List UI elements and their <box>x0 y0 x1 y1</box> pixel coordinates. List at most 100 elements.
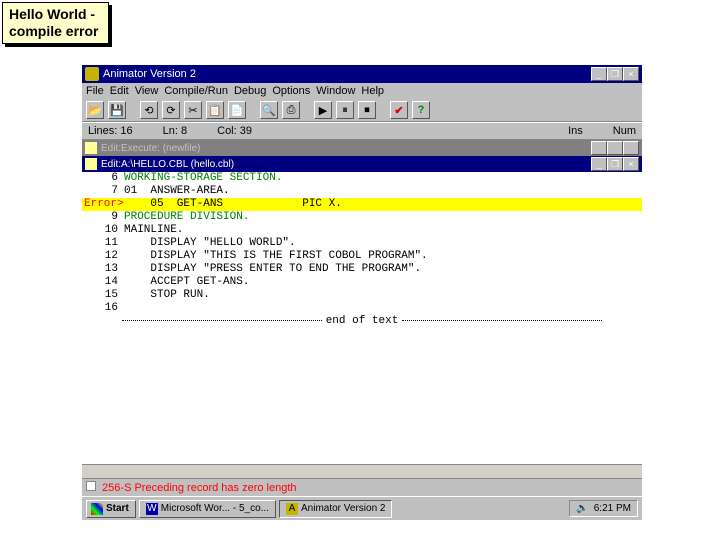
toolbar-sep <box>380 101 386 119</box>
speaker-icon[interactable]: 🔊 <box>576 503 588 514</box>
menu-file[interactable]: File <box>86 85 104 97</box>
maximize-button[interactable]: ❐ <box>607 67 623 81</box>
mdi2-close-button[interactable]: × <box>623 157 639 171</box>
line-number: 10 <box>82 224 124 237</box>
toolbar-sep <box>304 101 310 119</box>
code-line[interactable]: 701 ANSWER-AREA. <box>82 185 642 198</box>
code-editor[interactable]: 6WORKING-STORAGE SECTION.701 ANSWER-AREA… <box>82 172 642 464</box>
doc-icon <box>85 158 97 170</box>
taskbar-label-2: Animator Version 2 <box>301 503 386 514</box>
mdi1-max-button[interactable]: ❐ <box>607 141 623 155</box>
status-strip: Lines: 16 Ln: 8 Col: 39 Ins Num <box>82 122 642 140</box>
start-label: Start <box>106 503 129 514</box>
line-number: 6 <box>82 172 124 185</box>
mdi-title-1: Edit:Execute: (newfile) <box>101 143 201 154</box>
line-number: 7 <box>82 185 124 198</box>
window-controls: _ ❐ × <box>591 67 639 81</box>
run-icon[interactable]: ▶ <box>314 101 332 119</box>
code-text[interactable]: STOP RUN. <box>124 289 210 302</box>
toolbar: 📂 💾 ⟲ ⟳ ✂ 📋 📄 🔍 ⎙ ▶ ⏸ ⏹ ✔ ? <box>82 99 642 122</box>
status-num: Num <box>613 125 636 137</box>
code-line[interactable]: 11 DISPLAY "HELLO WORLD". <box>82 237 642 250</box>
close-button[interactable]: × <box>623 67 639 81</box>
find-icon[interactable]: 🔍 <box>260 101 278 119</box>
undo-icon[interactable]: ⟲ <box>140 101 158 119</box>
mdi1-close-button[interactable]: × <box>623 141 639 155</box>
code-line[interactable]: 9PROCEDURE DIVISION. <box>82 211 642 224</box>
menu-edit[interactable]: Edit <box>110 85 129 97</box>
menu-options[interactable]: Options <box>272 85 310 97</box>
menu-compile[interactable]: Compile/Run <box>164 85 228 97</box>
callout-line2: compile error <box>9 23 98 40</box>
save-icon[interactable]: 💾 <box>108 101 126 119</box>
code-line[interactable]: 15 STOP RUN. <box>82 289 642 302</box>
minimize-button[interactable]: _ <box>591 67 607 81</box>
menu-window[interactable]: Window <box>316 85 355 97</box>
menu-view[interactable]: View <box>135 85 159 97</box>
compile-error-bar: 256-S Preceding record has zero length <box>82 478 642 496</box>
code-line[interactable]: 16 <box>82 302 642 315</box>
code-line[interactable]: Error> 05 GET-ANS PIC X. <box>82 198 642 211</box>
code-text[interactable]: WORKING-STORAGE SECTION. <box>124 172 282 185</box>
scrollbar-horizontal[interactable] <box>82 464 642 478</box>
stop-icon[interactable]: ⏹ <box>358 101 376 119</box>
line-number: 15 <box>82 289 124 302</box>
code-text[interactable]: DISPLAY "PRESS ENTER TO END THE PROGRAM"… <box>124 263 421 276</box>
code-line[interactable]: 13 DISPLAY "PRESS ENTER TO END THE PROGR… <box>82 263 642 276</box>
word-icon: W <box>146 503 158 515</box>
mdi1-min-button[interactable]: _ <box>591 141 607 155</box>
code-text[interactable]: DISPLAY "THIS IS THE FIRST COBOL PROGRAM… <box>124 250 428 263</box>
taskbar-item-word[interactable]: W Microsoft Wor... - 5_co... <box>139 500 276 518</box>
mdi-child-hello[interactable]: Edit:A:\HELLO.CBL (hello.cbl) _ ❐ × <box>82 156 642 172</box>
error-label: Error> <box>82 198 124 211</box>
mdi2-max-button[interactable]: ❐ <box>607 157 623 171</box>
line-number: 11 <box>82 237 124 250</box>
clock: 6:21 PM <box>594 503 631 514</box>
code-line[interactable]: 12 DISPLAY "THIS IS THE FIRST COBOL PROG… <box>82 250 642 263</box>
copy-icon[interactable]: 📋 <box>206 101 224 119</box>
mdi2-min-button[interactable]: _ <box>591 157 607 171</box>
status-ins: Ins <box>568 125 583 137</box>
toolbar-sep <box>250 101 256 119</box>
line-number: 14 <box>82 276 124 289</box>
open-icon[interactable]: 📂 <box>86 101 104 119</box>
line-number: 12 <box>82 250 124 263</box>
end-of-text-marker: end of text <box>82 315 642 328</box>
window-title: Animator Version 2 <box>103 68 591 80</box>
taskbar-item-animator[interactable]: A Animator Version 2 <box>279 500 393 518</box>
system-tray[interactable]: 🔊 6:21 PM <box>569 500 638 517</box>
doc-icon <box>85 142 97 154</box>
code-text[interactable]: PROCEDURE DIVISION. <box>124 211 249 224</box>
start-button[interactable]: Start <box>86 500 136 518</box>
code-line[interactable]: 14 ACCEPT GET-ANS. <box>82 276 642 289</box>
status-col: Col: 39 <box>217 125 252 137</box>
code-text[interactable]: 01 ANSWER-AREA. <box>124 185 230 198</box>
paste-icon[interactable]: 📄 <box>228 101 246 119</box>
cut-icon[interactable]: ✂ <box>184 101 202 119</box>
code-line[interactable]: 10MAINLINE. <box>82 224 642 237</box>
print-icon[interactable]: ⎙ <box>282 101 300 119</box>
line-number: 16 <box>82 302 124 315</box>
app-icon[interactable] <box>85 67 99 81</box>
animator-icon: A <box>286 503 298 515</box>
menu-help[interactable]: Help <box>361 85 384 97</box>
menu-debug[interactable]: Debug <box>234 85 266 97</box>
code-line[interactable]: 6WORKING-STORAGE SECTION. <box>82 172 642 185</box>
mdi-child-newfile[interactable]: Edit:Execute: (newfile) _ ❐ × <box>82 140 642 156</box>
pause-icon[interactable]: ⏸ <box>336 101 354 119</box>
code-text[interactable]: MAINLINE. <box>124 224 183 237</box>
line-number: 13 <box>82 263 124 276</box>
taskbar-label-1: Microsoft Wor... - 5_co... <box>161 503 269 514</box>
line-number: 9 <box>82 211 124 224</box>
redo-icon[interactable]: ⟳ <box>162 101 180 119</box>
code-text[interactable]: ACCEPT GET-ANS. <box>124 276 249 289</box>
app-window: Animator Version 2 _ ❐ × File Edit View … <box>82 65 642 511</box>
code-text[interactable]: DISPLAY "HELLO WORLD". <box>124 237 296 250</box>
toolbar-sep <box>130 101 136 119</box>
help-icon[interactable]: ? <box>412 101 430 119</box>
titlebar[interactable]: Animator Version 2 _ ❐ × <box>82 65 642 83</box>
status-lines: Lines: 16 <box>88 125 133 137</box>
compile-error-text: 256-S Preceding record has zero length <box>102 482 296 494</box>
check-icon[interactable]: ✔ <box>390 101 408 119</box>
menubar: File Edit View Compile/Run Debug Options… <box>82 83 642 99</box>
